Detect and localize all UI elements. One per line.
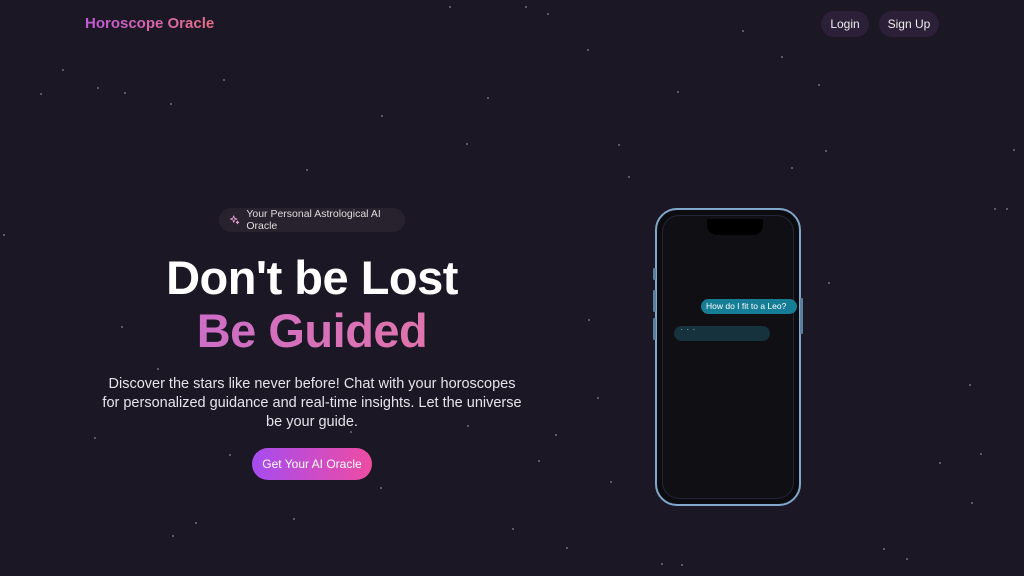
star-dot — [172, 535, 174, 537]
star-dot — [677, 91, 679, 93]
star-dot — [980, 453, 982, 455]
hero-title-line1: Don't be Lost — [166, 251, 458, 304]
star-dot — [781, 56, 783, 58]
star-dot — [157, 368, 159, 370]
star-dot — [170, 103, 172, 105]
star-dot — [628, 176, 630, 178]
star-dot — [512, 528, 514, 530]
star-dot — [381, 115, 383, 117]
phone-side-button — [653, 318, 656, 340]
star-dot — [380, 487, 382, 489]
star-dot — [597, 397, 599, 399]
login-button[interactable]: Login — [821, 11, 869, 37]
star-dot — [971, 502, 973, 504]
star-dot — [97, 87, 99, 89]
star-dot — [588, 319, 590, 321]
sparkles-icon — [229, 215, 240, 225]
phone-side-button — [653, 268, 656, 280]
star-dot — [1013, 149, 1015, 151]
tagline-badge: Your Personal Astrological AI Oracle — [219, 208, 405, 232]
star-dot — [610, 481, 612, 483]
star-dot — [681, 564, 683, 566]
star-dot — [587, 49, 589, 51]
star-dot — [618, 144, 620, 146]
tagline-text: Your Personal Astrological AI Oracle — [246, 208, 381, 232]
phone-mockup: How do I fit to a Leo? · · · — [653, 208, 803, 506]
star-dot — [94, 437, 96, 439]
star-dot — [40, 93, 42, 95]
get-oracle-button[interactable]: Get Your AI Oracle — [252, 448, 372, 480]
hero-title-line2: Be Guided — [100, 303, 524, 358]
star-dot — [538, 460, 540, 462]
star-dot — [124, 92, 126, 94]
star-dot — [555, 434, 557, 436]
star-dot — [661, 563, 663, 565]
chat-typing-indicator: · · · — [674, 325, 770, 341]
phone-screen: How do I fit to a Leo? · · · — [662, 215, 797, 499]
star-dot — [1006, 208, 1008, 210]
signup-button[interactable]: Sign Up — [879, 11, 939, 37]
star-dot — [293, 518, 295, 520]
brand-logo[interactable]: Horoscope Oracle — [85, 15, 214, 32]
star-dot — [195, 522, 197, 524]
phone-notch — [707, 219, 763, 235]
star-dot — [229, 454, 231, 456]
star-dot — [969, 384, 971, 386]
star-dot — [487, 97, 489, 99]
star-dot — [791, 167, 793, 169]
hero-description: Discover the stars like never before! Ch… — [102, 376, 522, 430]
star-dot — [566, 547, 568, 549]
star-dot — [62, 69, 64, 71]
star-dot — [223, 79, 225, 81]
top-nav: Horoscope Oracle Login Sign Up — [0, 0, 1024, 48]
chat-user-message: How do I fit to a Leo? — [701, 299, 797, 314]
phone-side-button — [800, 298, 803, 334]
phone-side-button — [653, 290, 656, 312]
star-dot — [306, 169, 308, 171]
star-dot — [818, 84, 820, 86]
star-dot — [883, 548, 885, 550]
star-dot — [466, 143, 468, 145]
star-dot — [906, 558, 908, 560]
star-dot — [994, 208, 996, 210]
star-dot — [939, 462, 941, 464]
star-dot — [828, 282, 830, 284]
star-dot — [825, 150, 827, 152]
star-dot — [3, 234, 5, 236]
